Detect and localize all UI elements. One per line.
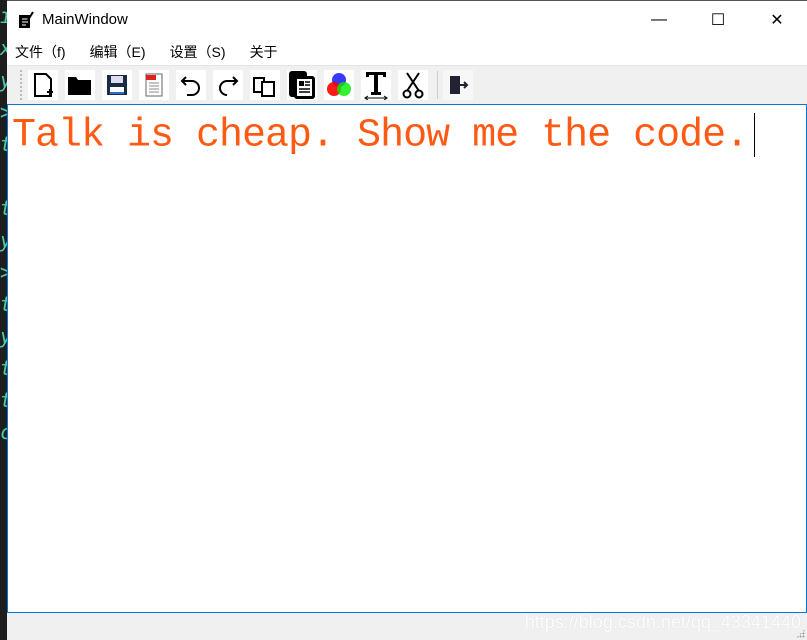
copy-button[interactable] [250,69,280,100]
folder-icon [68,76,91,95]
color-icon [327,72,351,96]
exit-icon [450,75,469,94]
save-button[interactable] [102,69,132,100]
title-bar: MainWindow — ☐ ✕ [7,1,807,38]
paste-button[interactable] [287,69,317,100]
notepad-icon [17,10,35,29]
redo-button[interactable] [213,69,243,100]
export-pdf-button[interactable] [139,69,169,100]
editor-content: Talk is cheap. Show me the code. [12,113,749,159]
open-folder-button[interactable] [65,69,95,100]
new-file-icon [34,72,53,97]
cut-button[interactable] [398,69,428,100]
status-bar: https://blog.csdn.net/qq_43341440 [7,612,807,640]
paste-icon [289,70,315,99]
editor-text: Talk is cheap. Show me the code. [12,113,756,159]
toolbar-grip[interactable] [20,69,23,100]
exit-button[interactable] [443,69,473,100]
window-title: MainWindow [42,11,128,28]
maximize-button[interactable]: ☐ [688,1,748,38]
menu-edit[interactable]: 编辑（E) [90,42,146,62]
main-window: MainWindow — ☐ ✕ 文件（f) 编辑（E) 设置（S) 关于 Ta… [7,0,807,640]
color-button[interactable] [324,69,354,100]
minimize-button[interactable]: — [629,1,689,38]
menu-file[interactable]: 文件（f) [15,42,66,62]
pdf-icon [145,73,163,96]
close-button[interactable]: ✕ [747,1,807,38]
text-editor[interactable]: Talk is cheap. Show me the code. [7,104,807,613]
font-button[interactable] [361,69,391,100]
menu-bar: 文件（f) 编辑（E) 设置（S) 关于 [7,38,807,65]
undo-button[interactable] [176,69,206,100]
scissors-icon [402,71,424,98]
save-icon [107,74,127,95]
watermark: https://blog.csdn.net/qq_43341440 [524,612,801,632]
copy-icon [253,76,275,97]
menu-settings[interactable]: 设置（S) [170,42,226,62]
menu-about[interactable]: 关于 [250,42,278,62]
toolbar [7,65,807,103]
new-file-button[interactable] [28,69,58,100]
redo-icon [219,75,239,96]
undo-icon [180,75,200,96]
toolbar-separator [437,70,438,99]
font-icon [364,71,388,100]
text-caret [754,113,756,157]
